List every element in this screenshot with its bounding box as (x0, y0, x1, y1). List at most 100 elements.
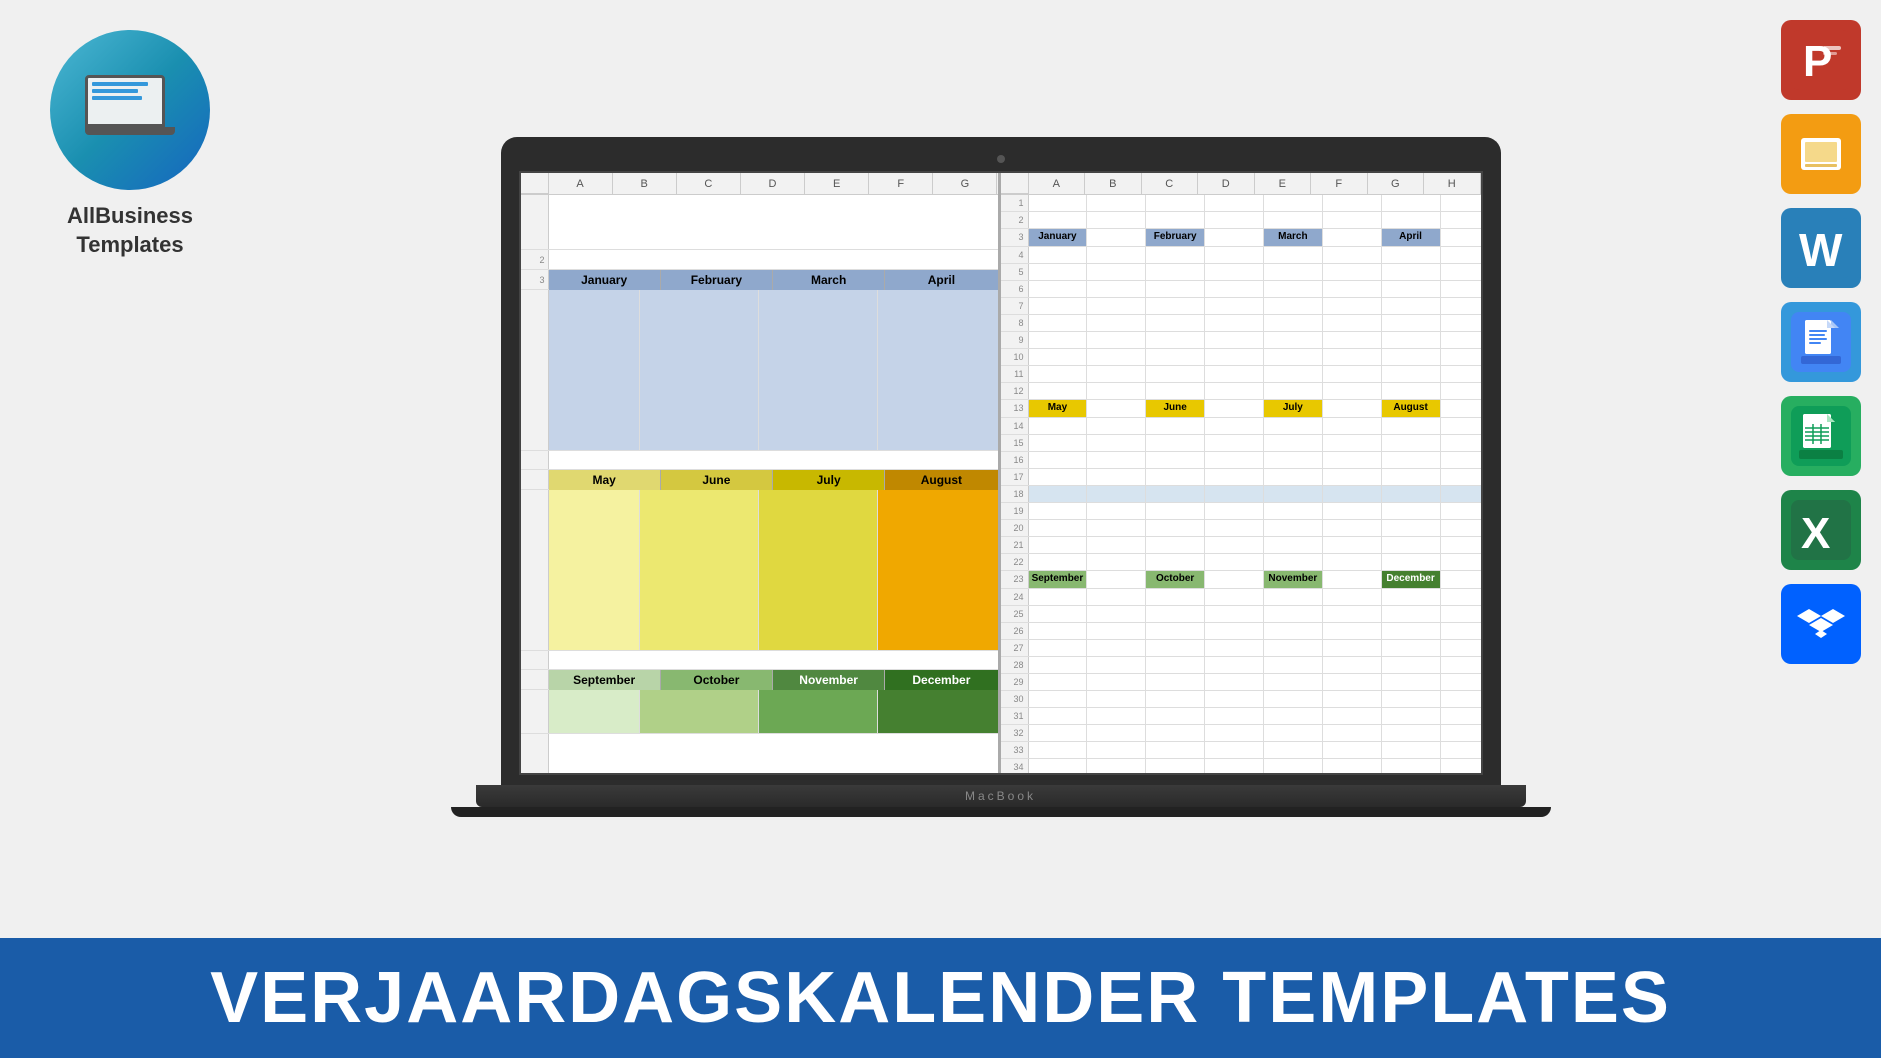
bottom-banner: VERJAARDAGSKALENDER TEMPLATES (0, 938, 1881, 1058)
rrow-34: 34 (1001, 759, 1481, 773)
logo-area: AllBusiness Templates (30, 30, 230, 259)
rrow-2-cells (1029, 212, 1481, 228)
left-col-headers: A B C D E F G (521, 173, 998, 195)
col-c: C (677, 173, 741, 194)
right-may: May (1029, 400, 1088, 417)
pp-svg: P (1791, 30, 1851, 90)
aug-header: August (885, 470, 997, 490)
logo-line2: Templates (67, 231, 193, 260)
logo-line1: AllBusiness (67, 202, 193, 231)
rrow-5: 5 (1001, 264, 1481, 281)
spacer-row-2: 2 (521, 250, 998, 270)
apr-header: April (885, 270, 997, 290)
feb-body (640, 290, 759, 450)
google-slides-icon[interactable] (1781, 114, 1861, 194)
word-icon[interactable]: W (1781, 208, 1861, 288)
rrow-19: 19 (1001, 503, 1481, 520)
right-col-e: E (1255, 173, 1312, 194)
rrow-17: 17 (1001, 469, 1481, 486)
apr-body (878, 290, 997, 450)
sep-body (549, 690, 640, 733)
month-header-row-q1: 3 January February March April (521, 270, 998, 290)
right-col-h: H (1424, 173, 1481, 194)
dec-header: December (885, 670, 997, 690)
right-apr: April (1382, 229, 1441, 246)
macbook-foot (451, 807, 1551, 817)
right-row-num-header (1001, 173, 1029, 194)
right-col-b: B (1085, 173, 1142, 194)
rrow-23-cells: September October November December (1029, 571, 1481, 588)
rrow-24: 24 (1001, 589, 1481, 606)
google-sheets-icon[interactable] (1781, 396, 1861, 476)
right-mar: March (1264, 229, 1323, 246)
col-a: A (549, 173, 613, 194)
rrow-28: 28 (1001, 657, 1481, 674)
jul-body (759, 490, 878, 650)
month-header-row-q2: May June July August (521, 470, 998, 490)
rrow-16: 16 (1001, 452, 1481, 469)
laptop-base (85, 127, 175, 135)
right-jul: July (1264, 400, 1323, 417)
logo-circle (50, 30, 210, 190)
rrow-18: 18 (1001, 486, 1481, 503)
rrow-8: 8 (1001, 315, 1481, 332)
rrow-10: 10 (1001, 349, 1481, 366)
sheet-left: A B C D E F G (521, 173, 1001, 773)
may-header: May (549, 470, 661, 490)
banner-text: VERJAARDAGSKALENDER TEMPLATES (210, 957, 1671, 1039)
right-col-c: C (1142, 173, 1199, 194)
col-f: F (869, 173, 933, 194)
right-nov: November (1264, 571, 1323, 588)
rrow-27: 27 (1001, 640, 1481, 657)
word-svg: W (1791, 218, 1851, 278)
right-dec: December (1382, 571, 1441, 588)
rrow-25: 25 (1001, 606, 1481, 623)
rrow-13-cells: May June July August (1029, 400, 1481, 417)
q1-body (521, 290, 998, 450)
macbook-wrapper: A B C D E F G (240, 20, 1761, 933)
right-oct: October (1146, 571, 1205, 588)
macbook-outer: A B C D E F G (501, 137, 1501, 817)
right-icons: P W (1781, 20, 1861, 664)
title-row (521, 195, 998, 250)
macbook-screen: A B C D E F G (519, 171, 1483, 775)
col-g: G (933, 173, 997, 194)
sheet-right: A B C D E F G H 1 (1001, 173, 1481, 773)
logo-text: AllBusiness Templates (67, 202, 193, 259)
laptop-line-1 (92, 82, 148, 86)
jan-header: January (549, 270, 661, 290)
dropbox-icon[interactable] (1781, 584, 1861, 664)
svg-text:X: X (1801, 509, 1830, 558)
powerpoint-icon[interactable]: P (1781, 20, 1861, 100)
rrow-12: 12 (1001, 383, 1481, 400)
sheets-svg (1791, 406, 1851, 466)
macbook-base: MacBook (476, 785, 1526, 807)
rrow-32: 32 (1001, 725, 1481, 742)
may-body (549, 490, 640, 650)
laptop-icon (85, 75, 175, 145)
docs-svg (1791, 312, 1851, 372)
rrow-20: 20 (1001, 520, 1481, 537)
rrow-3-months: 3 January February March April (1001, 229, 1481, 247)
rrow-1-cells (1029, 195, 1481, 211)
oct-header: October (661, 670, 773, 690)
rrow-14: 14 (1001, 418, 1481, 435)
rrow-2: 2 (1001, 212, 1481, 229)
google-docs-icon[interactable] (1781, 302, 1861, 382)
rrow-7: 7 (1001, 298, 1481, 315)
rrow-26: 26 (1001, 623, 1481, 640)
feb-header: February (661, 270, 773, 290)
rrow-3-cells: January February March April (1029, 229, 1481, 246)
left-content: 2 3 January February March (521, 195, 998, 773)
rrow-21: 21 (1001, 537, 1481, 554)
bottom-spacer (521, 733, 998, 773)
macbook-label: MacBook (965, 789, 1036, 803)
excel-icon[interactable]: X (1781, 490, 1861, 570)
col-b: B (613, 173, 677, 194)
macbook-camera (997, 155, 1005, 163)
q3-body (521, 690, 998, 733)
right-col-a: A (1029, 173, 1086, 194)
jul-header: July (773, 470, 885, 490)
oct-body (640, 690, 759, 733)
nov-body (759, 690, 878, 733)
